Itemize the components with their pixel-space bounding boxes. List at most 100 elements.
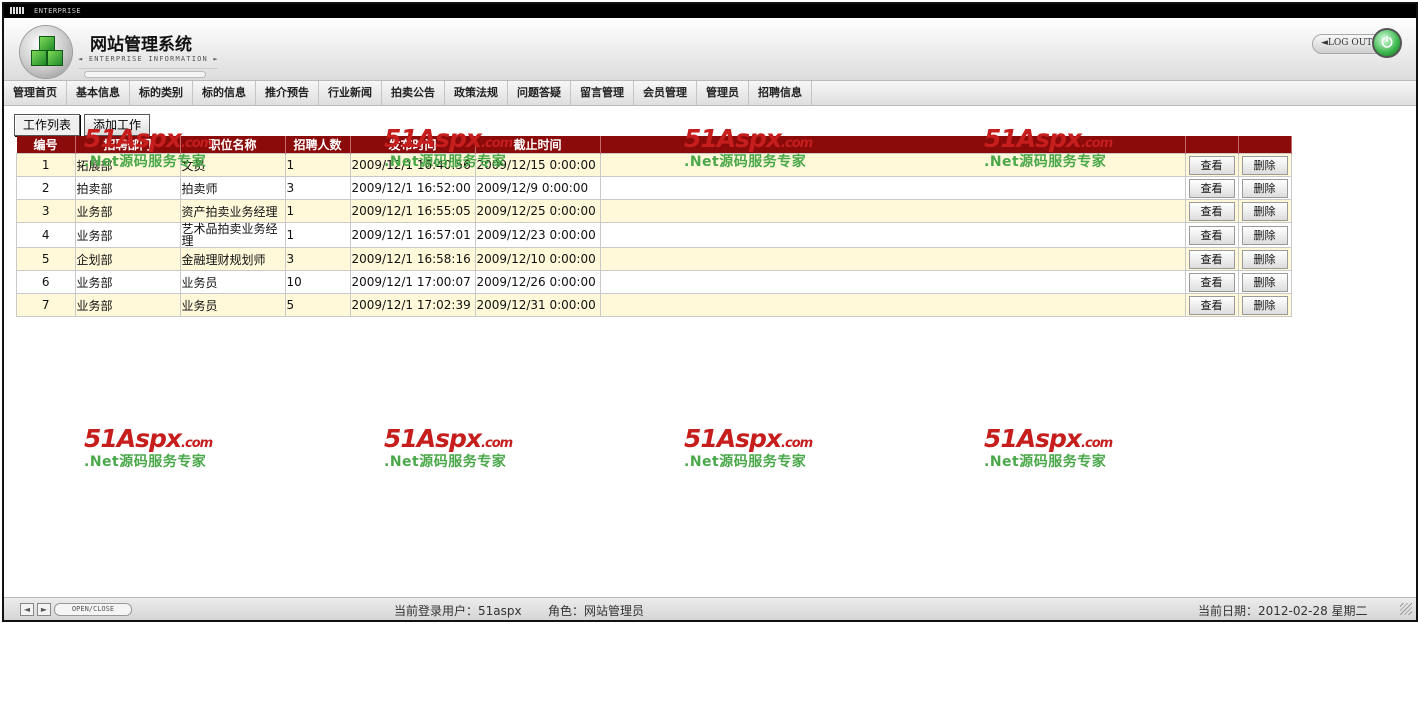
- cell-count: 3: [284, 176, 351, 200]
- delete-button[interactable]: 删除: [1241, 201, 1288, 221]
- nav-item-0[interactable]: 管理首页: [4, 81, 67, 105]
- nav-item-1[interactable]: 基本信息: [67, 81, 130, 105]
- cell-dept: 拍卖部: [74, 176, 181, 200]
- delete-button[interactable]: 删除: [1241, 295, 1288, 315]
- table-header-row: 编号 招聘部门 职位名称 招聘人数 发布时间 截止时间: [16, 136, 1292, 154]
- cell-blank: [599, 153, 1186, 177]
- watermark-slogan: .Net源码服务专家: [984, 454, 1107, 470]
- nav-item-8[interactable]: 问题答疑: [508, 81, 571, 105]
- cell-count: 1: [284, 199, 351, 223]
- open-close-toggle[interactable]: OPEN/CLOSE: [54, 603, 132, 616]
- nav-item-4[interactable]: 推介预告: [256, 81, 319, 105]
- nav-item-2[interactable]: 标的类别: [130, 81, 193, 105]
- cell-publish-time: 2009/12/1 16:58:16: [349, 247, 476, 271]
- watermark: 51Aspx.com .Net源码服务专家: [984, 424, 1144, 474]
- cell-id: 6: [16, 270, 76, 294]
- cell-dept: 拓展部: [74, 153, 181, 177]
- cell-dept: 业务部: [74, 222, 181, 248]
- cell-del: 删除: [1237, 247, 1292, 271]
- col-header-count: 招聘人数: [285, 136, 351, 154]
- power-icon[interactable]: ⏻: [1372, 28, 1402, 58]
- nav-item-9[interactable]: 留言管理: [571, 81, 634, 105]
- tab-bar: 工作列表 添加工作: [14, 114, 154, 136]
- cell-dept: 业务部: [74, 199, 181, 223]
- watermark-brand: 51Aspx.com: [384, 424, 544, 453]
- tab-add-job[interactable]: 添加工作: [84, 114, 151, 136]
- tab-job-list[interactable]: 工作列表: [14, 114, 81, 136]
- cell-blank: [599, 222, 1186, 248]
- cell-publish-time: 2009/12/1 17:00:07: [349, 270, 476, 294]
- col-header-position: 职位名称: [180, 136, 286, 154]
- watermark-slogan: .Net源码服务专家: [384, 454, 507, 470]
- cell-count: 5: [284, 293, 351, 317]
- delete-button[interactable]: 删除: [1241, 272, 1288, 292]
- cell-deadline: 2009/12/26 0:00:00: [474, 270, 601, 294]
- view-button[interactable]: 查看: [1188, 155, 1235, 175]
- cell-view: 查看: [1184, 247, 1239, 271]
- nav-item-6[interactable]: 拍卖公告: [382, 81, 445, 105]
- cell-deadline: 2009/12/23 0:00:00: [474, 222, 601, 248]
- cell-id: 1: [16, 153, 76, 177]
- watermark-domain: .com: [781, 436, 813, 451]
- cell-publish-time: 2009/12/1 16:57:01: [349, 222, 476, 248]
- nav-item-12[interactable]: 招聘信息: [749, 81, 812, 105]
- cell-view: 查看: [1184, 270, 1239, 294]
- cell-publish-time: 2009/12/1 17:02:39: [349, 293, 476, 317]
- cell-position: 金融理财规划师: [179, 247, 286, 271]
- delete-button[interactable]: 删除: [1241, 178, 1288, 198]
- cell-count: 1: [284, 222, 351, 248]
- site-subtitle: ◄ ENTERPRISE INFORMATION ►: [78, 55, 219, 63]
- col-header-dept: 招聘部门: [75, 136, 181, 154]
- cell-dept: 企划部: [74, 247, 181, 271]
- watermark: 51Aspx.com .Net源码服务专家: [684, 424, 844, 474]
- cell-del: 删除: [1237, 222, 1292, 248]
- cell-view: 查看: [1184, 222, 1239, 248]
- cell-id: 5: [16, 247, 76, 271]
- logout-button[interactable]: ◄LOG OUT ⏻: [1312, 28, 1402, 58]
- current-role: 角色：网站管理员: [548, 604, 645, 618]
- view-button[interactable]: 查看: [1188, 272, 1235, 292]
- watermark-brand-text: 51Aspx: [384, 424, 482, 453]
- header-decoration: [84, 71, 206, 78]
- table-row: 2 拍卖部 拍卖师 3 2009/12/1 16:52:00 2009/12/9 0:00…: [16, 176, 1292, 200]
- col-header-id: 编号: [16, 136, 76, 154]
- cell-publish-time: 2009/12/1 16:40:56: [349, 153, 476, 177]
- cell-view: 查看: [1184, 199, 1239, 223]
- resize-grip-icon[interactable]: [1400, 603, 1412, 615]
- header: 网站管理系统 ◄ ENTERPRISE INFORMATION ► ◄LOG O…: [4, 18, 1416, 81]
- cell-count: 10: [284, 270, 351, 294]
- view-button[interactable]: 查看: [1188, 225, 1235, 245]
- cell-id: 7: [16, 293, 76, 317]
- view-button[interactable]: 查看: [1188, 295, 1235, 315]
- delete-button[interactable]: 删除: [1241, 249, 1288, 269]
- cell-position: 拍卖师: [179, 176, 286, 200]
- watermark: 51Aspx.com .Net源码服务专家: [84, 424, 244, 474]
- watermark-domain: .com: [481, 436, 513, 451]
- main-content: 工作列表 添加工作 编号 招聘部门 职位名称 招聘人数 发布时间 截止时间 1拓…: [14, 114, 1294, 584]
- delete-button[interactable]: 删除: [1241, 225, 1288, 245]
- col-header-delete: [1238, 136, 1292, 154]
- view-button[interactable]: 查看: [1188, 178, 1235, 198]
- col-header-view: [1185, 136, 1239, 154]
- nav-item-5[interactable]: 行业新闻: [319, 81, 382, 105]
- nav-item-10[interactable]: 会员管理: [634, 81, 697, 105]
- view-button[interactable]: 查看: [1188, 249, 1235, 269]
- col-header-deadline: 截止时间: [475, 136, 601, 154]
- top-bar-label: ENTERPRISE: [34, 7, 82, 15]
- nav-item-3[interactable]: 标的信息: [193, 81, 256, 105]
- nav-item-11[interactable]: 管理员: [697, 81, 749, 105]
- nav-item-7[interactable]: 政策法规: [445, 81, 508, 105]
- table-row: 6 业务部 业务员 10 2009/12/1 17:00:07 2009/12/26 0:…: [16, 270, 1292, 294]
- left-arrow-icon[interactable]: ◄: [20, 603, 34, 616]
- cell-blank: [599, 270, 1186, 294]
- cell-del: 删除: [1237, 153, 1292, 177]
- watermark-brand-text: 51Aspx: [84, 424, 182, 453]
- watermark-slogan: .Net源码服务专家: [84, 454, 207, 470]
- delete-button[interactable]: 删除: [1241, 155, 1288, 175]
- view-button[interactable]: 查看: [1188, 201, 1235, 221]
- right-arrow-icon[interactable]: ►: [37, 603, 51, 616]
- cell-position: 资产拍卖业务经理: [179, 199, 286, 223]
- watermark-brand-text: 51Aspx: [984, 424, 1082, 453]
- watermark-brand: 51Aspx.com: [984, 424, 1144, 453]
- watermark-slogan: .Net源码服务专家: [684, 454, 807, 470]
